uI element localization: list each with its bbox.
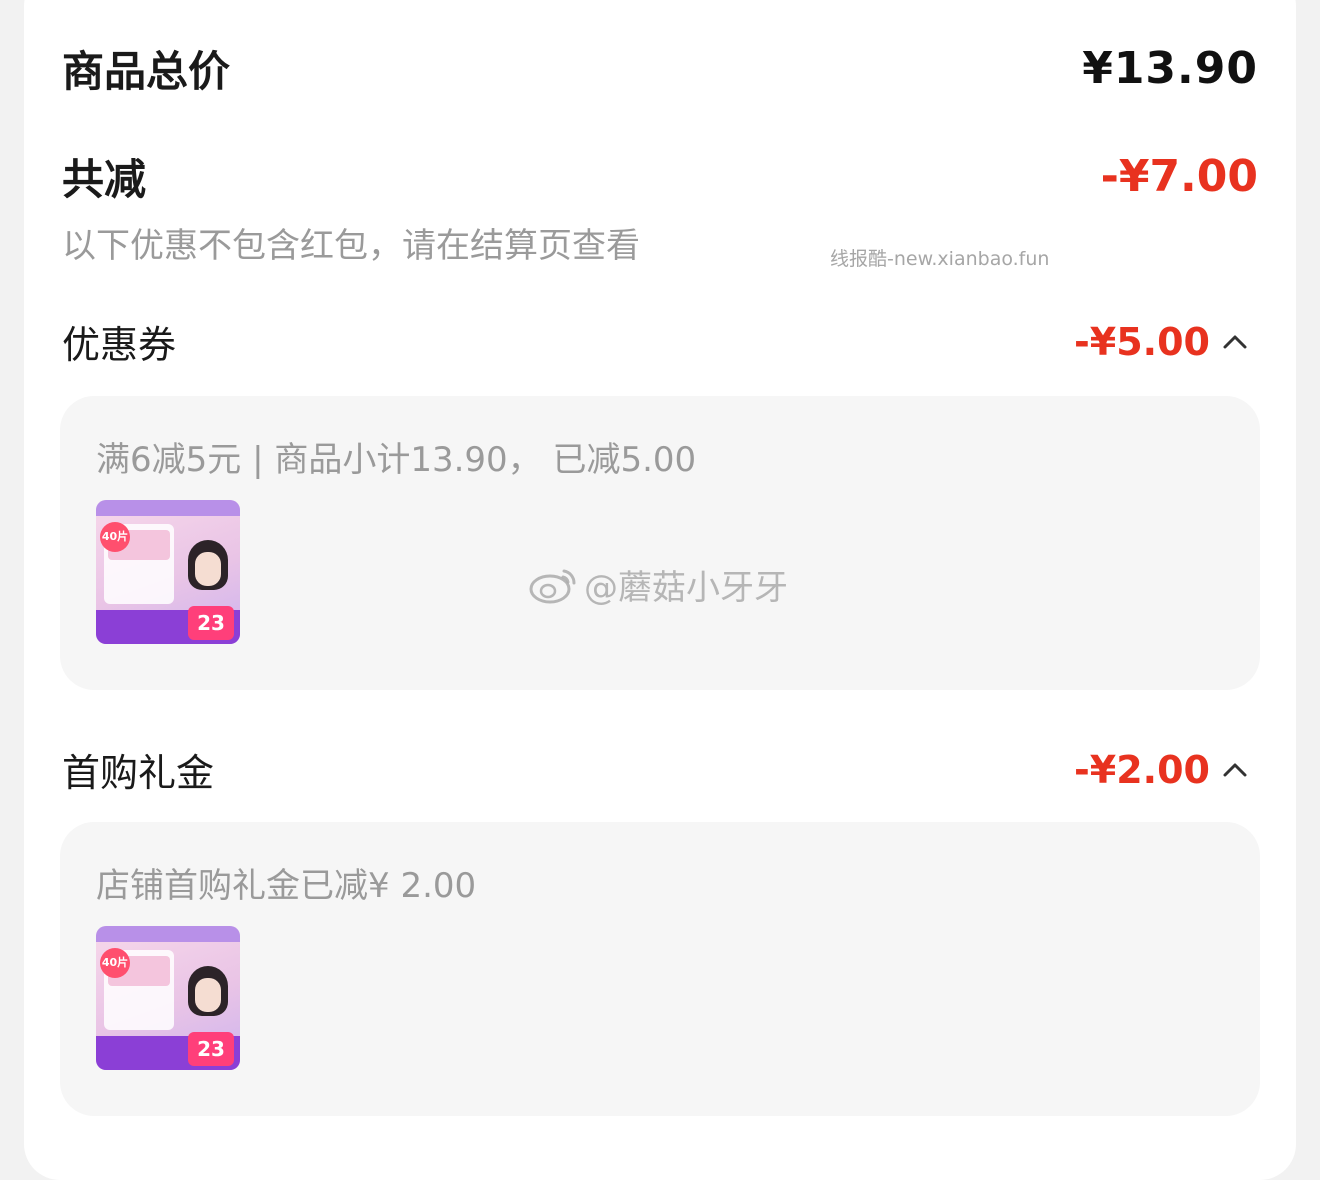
coupon-section-header[interactable]: 优惠券 -¥5.00	[62, 314, 1258, 369]
gift-section-header[interactable]: 首购礼金 -¥2.00	[62, 742, 1258, 797]
thumb-banner	[96, 500, 240, 516]
thumb-model-face	[195, 552, 221, 586]
weibo-handle: @蘑菇小牙牙	[584, 568, 788, 608]
gift-detail-panel: 店铺首购礼金已减¥ 2.00 40片 23	[60, 822, 1260, 1116]
thumb-banner	[96, 926, 240, 942]
total-price-label: 商品总价	[62, 47, 231, 96]
thumb-model-face	[195, 978, 221, 1012]
chevron-up-icon[interactable]	[1220, 327, 1250, 357]
total-price-value: ¥13.90	[1082, 43, 1258, 94]
coupon-value: -¥5.00	[1074, 319, 1210, 364]
product-thumbnail[interactable]: 40片 23	[96, 500, 240, 644]
gift-detail-text: 店铺首购礼金已减¥ 2.00	[96, 866, 477, 906]
thumb-price-badge: 23	[188, 1032, 234, 1066]
coupon-label: 优惠券	[62, 323, 177, 367]
chevron-up-icon[interactable]	[1220, 755, 1250, 785]
product-thumbnail[interactable]: 40片 23	[96, 926, 240, 1070]
weibo-watermark: @蘑菇小牙牙	[528, 560, 788, 609]
thumb-count-badge: 40片	[100, 948, 130, 978]
discount-note: 以下优惠不包含红包，请在结算页查看	[62, 226, 640, 266]
total-price-row: 商品总价 ¥13.90	[62, 38, 1258, 99]
gift-value: -¥2.00	[1074, 747, 1210, 792]
site-watermark: 线报酷-new.xianbao.fun	[830, 248, 1050, 270]
total-reduction-value: -¥7.00	[1100, 151, 1258, 202]
coupon-detail-text: 满6减5元 | 商品小计13.90， 已减5.00	[96, 440, 697, 480]
gift-label: 首购礼金	[62, 751, 215, 795]
total-reduction-row: 共减 -¥7.00	[62, 146, 1258, 207]
total-reduction-label: 共减	[62, 155, 147, 204]
weibo-logo-icon	[529, 569, 576, 603]
thumb-price-badge: 23	[188, 606, 234, 640]
thumb-count-badge: 40片	[100, 522, 130, 552]
coupon-detail-panel: 满6减5元 | 商品小计13.90， 已减5.00 40片 23	[60, 396, 1260, 690]
